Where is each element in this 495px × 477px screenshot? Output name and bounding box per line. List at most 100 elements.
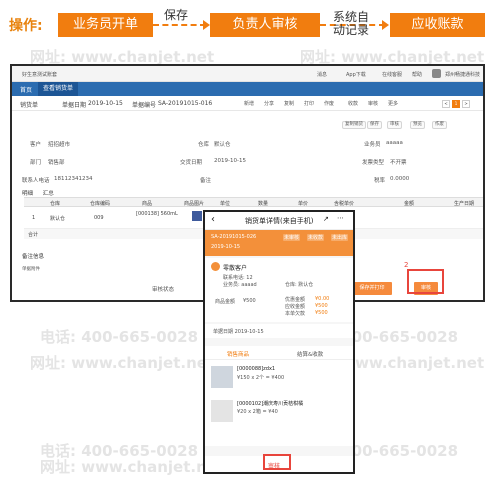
- flow-label: 操作:: [9, 18, 43, 34]
- bill-date-card: 单据日期 2019-10-15: [205, 324, 353, 338]
- customer-name: 零散客户: [223, 265, 248, 272]
- support-link[interactable]: 在线客服: [382, 71, 402, 78]
- receipt-button[interactable]: 收款: [348, 100, 358, 107]
- summary-value: ¥500: [315, 303, 328, 309]
- preview-tool-button[interactable]: 预览: [410, 121, 425, 129]
- salesman-value[interactable]: aaaaa: [386, 140, 403, 146]
- order-date: 2019-10-15: [211, 244, 241, 250]
- product-image: [211, 366, 233, 388]
- app-download-link[interactable]: App下载: [346, 71, 366, 78]
- amount-value: ¥500: [243, 298, 256, 304]
- summary-value: ¥0.00: [315, 296, 330, 302]
- product-image: [211, 400, 233, 422]
- status-label: 审核状态: [152, 287, 175, 293]
- summary-label: 应收金额: [285, 304, 306, 310]
- watermark-phone: 电话: 400-665-0028: [40, 442, 199, 460]
- order-code: SA-20191015-026: [211, 234, 257, 240]
- flow-step-receivable: 应收账款: [390, 13, 485, 37]
- deliver-label: 交货日期: [180, 160, 203, 166]
- col-price: 单价: [298, 201, 309, 207]
- document-bar: 销货单 单据日期 2019-10-15 单据编号 SA-20191015-016…: [12, 96, 483, 111]
- flow-step-review: 负责人审核: [210, 13, 320, 37]
- row-number: 1: [32, 215, 36, 221]
- process-flow: 操作: 业务员开单 保存 负责人审核 系统自 动记录 应收账款: [0, 0, 495, 62]
- summary-value: ¥500: [315, 310, 328, 316]
- help-link[interactable]: 帮助: [412, 71, 422, 78]
- dept-label: 部门: [30, 160, 42, 166]
- deliver-value[interactable]: 2019-10-15: [214, 158, 246, 164]
- col-product: 商品: [142, 201, 153, 207]
- col-unit: 单位: [220, 201, 231, 207]
- col-image: 商品图片: [184, 201, 205, 207]
- code-label: 单据编号: [132, 102, 157, 109]
- dept-value[interactable]: 销售部: [48, 158, 65, 166]
- message-link[interactable]: 消息: [317, 71, 327, 78]
- code-value: SA-20191015-016: [158, 100, 213, 107]
- product-list: [0000088]zdx1 ¥150 x 2个 = ¥400 [0000102]…: [205, 360, 353, 446]
- row-product: [000138] 560mL: [136, 211, 178, 217]
- col-warehouse: 仓库: [50, 201, 61, 207]
- badge-notshipped: 未出库: [331, 234, 349, 241]
- watermark-site: 网址: www.chanjet.net: [30, 354, 215, 372]
- phone-title: 销货单详情(来自手机): [245, 217, 314, 225]
- phone-audit-highlight-box: [263, 454, 291, 470]
- phone-order-header: SA-20191015-026 未审核 未收款 未出库 2019-10-15: [205, 230, 353, 256]
- product-price: ¥20 x 2箱 = ¥40: [237, 409, 278, 415]
- note-label: 备注: [200, 178, 212, 184]
- flow-note-save: 保存: [164, 8, 189, 22]
- audit-tool-button[interactable]: 审核: [387, 121, 402, 129]
- customer-warehouse: 仓库: 默认仓: [285, 282, 314, 288]
- flow-arrow: [153, 20, 210, 30]
- detail-tabs: 明细 汇总: [22, 189, 62, 197]
- col-qty: 数量: [258, 201, 269, 207]
- customer-salesman: 业务员: aaaad: [223, 282, 257, 288]
- print-button[interactable]: 打印: [304, 100, 314, 107]
- step-number: 2: [404, 261, 409, 269]
- new-button[interactable]: 新增: [244, 100, 254, 107]
- customer-value[interactable]: 招招超市: [48, 140, 70, 148]
- product-price: ¥150 x 2个 = ¥400: [237, 375, 285, 381]
- copy-button[interactable]: 复制: [284, 100, 294, 107]
- next-page-button[interactable]: >: [462, 100, 470, 108]
- col-code: 仓库编码: [90, 201, 111, 207]
- bill-date: 单据日期 2019-10-15: [213, 329, 264, 335]
- rate-value[interactable]: 0.0000: [390, 176, 409, 182]
- top-bar: 好生意测试账套 消息 App下载 在线客服 帮助 郑州畅捷通科技: [12, 66, 483, 82]
- avatar[interactable]: [432, 69, 441, 78]
- col-amount: 金额: [404, 201, 415, 207]
- save-tool-button[interactable]: 保存: [367, 121, 382, 129]
- audit-highlight-box: [407, 269, 444, 294]
- amount-label: 商品金额: [215, 299, 236, 305]
- flow-note-auto: 系统自 动记录: [333, 10, 370, 37]
- tab-sales-view[interactable]: 查看销货单: [38, 82, 79, 96]
- contact-value[interactable]: 18112341234: [54, 176, 93, 182]
- remark-label: 备注信息: [22, 254, 45, 260]
- save-print-button[interactable]: 保存并打印: [352, 282, 392, 295]
- phone-screen: ‹ 销货单详情(来自手机) ↗ ⋯ SA-20191015-026 未审核 未收…: [203, 210, 355, 474]
- customer-phone: 联系电话: 12: [223, 275, 253, 281]
- page-number[interactable]: 1: [452, 100, 460, 108]
- more-icon[interactable]: ⋯: [337, 214, 344, 222]
- audit-button[interactable]: 审核: [368, 100, 378, 107]
- tab-products[interactable]: 销售商品: [227, 350, 249, 358]
- void-tool-button[interactable]: 作废: [432, 121, 447, 129]
- more-button[interactable]: 更多: [388, 100, 398, 107]
- total-label: 合计: [28, 232, 39, 238]
- invoice-value[interactable]: 不开票: [390, 158, 407, 166]
- product-thumbnail: [192, 211, 202, 221]
- share-button[interactable]: 分享: [264, 100, 274, 107]
- copy-sale-button[interactable]: 复制销货: [342, 121, 366, 129]
- company-name: 郑州畅捷通科技: [445, 72, 481, 78]
- account-name: 好生意测试账套: [22, 72, 58, 78]
- share-icon[interactable]: ↗: [323, 215, 329, 223]
- tab-home[interactable]: 首页: [20, 85, 32, 94]
- phone-tabs: 销售商品 结算&收款: [205, 346, 353, 360]
- product-name: [0000102]潮庆寿川贡桔柑橘: [237, 401, 304, 407]
- warehouse-value[interactable]: 默认仓: [214, 140, 231, 148]
- product-name: [0000088]zdx1: [237, 366, 276, 372]
- back-icon[interactable]: ‹: [211, 214, 215, 225]
- prev-page-button[interactable]: <: [442, 100, 450, 108]
- void-button[interactable]: 作废: [324, 100, 334, 107]
- tab-settlement[interactable]: 结算&收款: [297, 350, 323, 358]
- watermark-phone: 电话: 400-665-0028: [40, 328, 199, 346]
